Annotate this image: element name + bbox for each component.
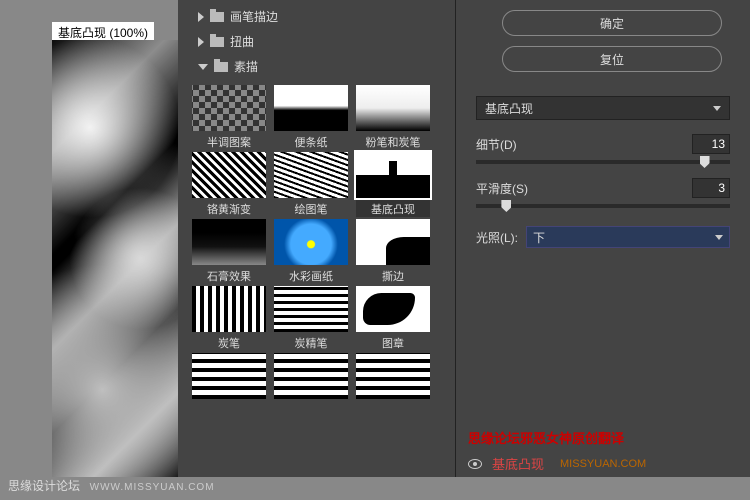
visibility-icon[interactable] (468, 459, 482, 469)
watermark-text: 思缘论坛邪恶女神原创翻译 (468, 428, 624, 447)
smooth-label: 平滑度(S) (476, 180, 528, 197)
light-value: 下 (533, 229, 545, 246)
thumb-extra3[interactable] (356, 353, 430, 402)
footer-site: 思缘设计论坛 (8, 479, 80, 493)
thumb-extra1[interactable] (192, 353, 266, 402)
thumb-waterpaper[interactable]: 水彩画纸 (274, 219, 348, 284)
ok-button[interactable]: 确定 (502, 10, 722, 36)
detail-label: 细节(D) (476, 136, 517, 153)
filter-dropdown[interactable]: 基底凸现 (476, 96, 730, 120)
folder-icon (210, 12, 224, 22)
reset-button[interactable]: 复位 (502, 46, 722, 72)
layer-name: 基底凸现 (492, 454, 544, 473)
chevron-down-icon (198, 64, 208, 70)
smooth-value[interactable]: 3 (692, 178, 730, 198)
thumb-notepaper[interactable]: 便条纸 (274, 85, 348, 150)
category-label: 扭曲 (230, 33, 254, 50)
chevron-down-icon (713, 106, 721, 111)
thumb-plaster[interactable]: 石膏效果 (192, 219, 266, 284)
thumb-chalkcharcoal[interactable]: 粉笔和炭笔 (356, 85, 430, 150)
light-label: 光照(L): (476, 229, 518, 246)
thumb-graphicpen[interactable]: 绘图笔 (274, 152, 348, 217)
slider-thumb[interactable] (501, 200, 511, 212)
light-select[interactable]: 下 (526, 226, 730, 248)
category-label: 画笔描边 (230, 8, 278, 25)
settings-panel: 确定 复位 基底凸现 细节(D) 13 平滑度(S) 3 光照(L): 下 (456, 0, 750, 477)
chevron-right-icon (198, 37, 204, 47)
preview-image (52, 40, 178, 477)
category-label: 素描 (234, 58, 258, 75)
category-panel: 画笔描边 扭曲 素描 半调图案 便条纸 粉笔和炭笔 铬黄渐变 绘图笔 基底凸现 … (178, 0, 456, 477)
filter-dropdown-value: 基底凸现 (485, 100, 533, 117)
chevron-right-icon (198, 12, 204, 22)
layer-row[interactable]: 基底凸现 MISSYUAN.COM (468, 454, 646, 473)
thumb-conte[interactable]: 炭精笔 (274, 286, 348, 351)
thumb-charcoal[interactable]: 炭笔 (192, 286, 266, 351)
thumb-halftone[interactable]: 半调图案 (192, 85, 266, 150)
thumb-chrome[interactable]: 铬黄渐变 (192, 152, 266, 217)
folder-icon (210, 37, 224, 47)
chevron-down-icon (715, 235, 723, 240)
thumb-extra2[interactable] (274, 353, 348, 402)
thumb-stamp[interactable]: 图章 (356, 286, 430, 351)
thumb-tornedges[interactable]: 撕边 (356, 219, 430, 284)
detail-slider[interactable] (476, 160, 730, 164)
category-distort[interactable]: 扭曲 (178, 29, 455, 54)
detail-value[interactable]: 13 (692, 134, 730, 154)
slider-thumb[interactable] (700, 156, 710, 168)
folder-icon (214, 62, 228, 72)
smooth-slider[interactable] (476, 204, 730, 208)
thumb-basrelief[interactable]: 基底凸现 (356, 152, 430, 217)
category-brushstrokes[interactable]: 画笔描边 (178, 4, 455, 29)
footer-url: WWW.MISSYUAN.COM (90, 482, 215, 493)
footer: 思缘设计论坛 WWW.MISSYUAN.COM (8, 477, 215, 494)
category-sketch[interactable]: 素描 (178, 54, 455, 79)
layer-url: MISSYUAN.COM (560, 458, 646, 470)
thumbnail-grid: 半调图案 便条纸 粉笔和炭笔 铬黄渐变 绘图笔 基底凸现 石膏效果 水彩画纸 撕… (178, 79, 455, 408)
